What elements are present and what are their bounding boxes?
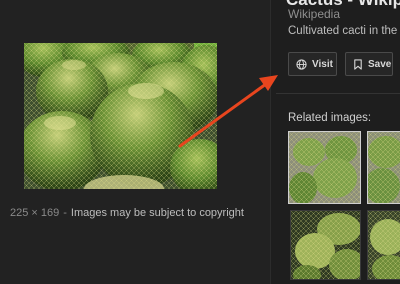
main-image[interactable]	[24, 43, 217, 189]
related-image-thumbnail[interactable]	[367, 210, 400, 280]
related-image-cacti	[291, 211, 360, 279]
globe-icon	[296, 58, 307, 70]
save-button-label: Save	[368, 58, 392, 70]
related-images-heading: Related images:	[288, 112, 372, 124]
image-dimensions: 225 × 169	[10, 207, 60, 219]
save-button[interactable]: Save	[345, 52, 393, 76]
result-caption: Cultivated cacti in the S	[288, 25, 400, 37]
section-divider	[276, 93, 400, 94]
image-viewer-pane: 225 × 169- Images may be subject to copyr…	[0, 0, 270, 284]
related-image-thumbnail[interactable]	[290, 210, 361, 280]
meta-separator: -	[63, 207, 67, 219]
visit-button[interactable]: Visit	[288, 52, 337, 76]
related-image-cacti	[368, 211, 400, 279]
related-image-thumbnail[interactable]	[288, 131, 361, 204]
golden-barrel-cacti-image	[24, 43, 217, 189]
visit-button-label: Visit	[312, 58, 333, 70]
related-image-thumbnail[interactable]	[367, 131, 400, 204]
copyright-notice: Images may be subject to copyright	[70, 207, 244, 219]
image-meta: 225 × 169- Images may be subject to copyr…	[10, 207, 244, 219]
related-image-cacti	[368, 132, 400, 203]
related-image-cacti	[289, 132, 360, 203]
bookmark-icon	[354, 58, 362, 70]
result-source[interactable]: Wikipedia	[288, 7, 340, 21]
